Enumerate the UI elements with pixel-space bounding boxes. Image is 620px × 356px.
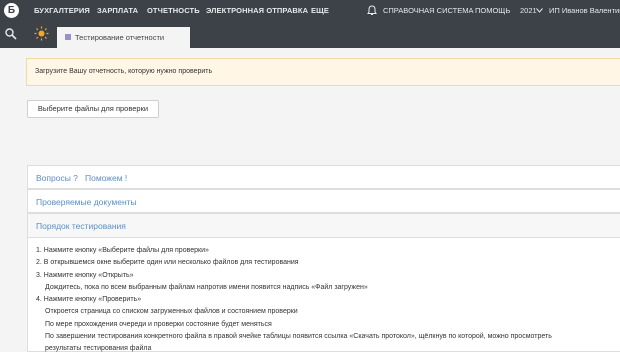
user-name[interactable]: ИП Иванов Валентин [549,6,620,15]
year-selector[interactable]: 2021 [520,6,537,15]
help-system-link[interactable]: СПРАВОЧНАЯ СИСТЕМА [383,6,473,15]
step-item: 2. В открывшемся окне выберите один или … [36,259,299,267]
step-item: 3. Нажмите кнопку «Открыть» [36,271,134,279]
step-item: результаты тестирования файла [45,345,152,353]
tab-reporting-test[interactable]: Тестирование отчетности [57,27,190,48]
questions-label: Вопросы ? Поможем ! [36,173,128,183]
step-item: Дождитесь, пока по всем выбранным файлам… [45,283,368,291]
main-content: Загрузите Вашу отчетность, которую нужно… [0,48,620,352]
select-files-button[interactable]: Выберите файлы для проверки [27,100,159,118]
step-item: 1. Нажмите кнопку «Выберите файлы для пр… [36,247,209,254]
step-item: Откроется страница со списком загруженны… [45,308,298,316]
nav-electronic-sending[interactable]: ЭЛЕКТРОННАЯ ОТПРАВКА [206,6,308,15]
chevron-down-icon[interactable] [536,8,543,13]
step-item: По мере прохождения очереди и проверки с… [45,320,272,328]
nav-salary[interactable]: ЗАРПЛАТА [97,6,138,15]
questions-panel[interactable]: Вопросы ? Поможем ! [27,165,620,189]
top-navigation-bar: Б БУХГАЛТЕРИЯ ЗАРПЛАТА ОТЧЕТНОСТЬ ЭЛЕКТР… [0,0,620,21]
bell-icon[interactable] [367,5,377,16]
alert-text: Загрузите Вашу отчетность, которую нужно… [35,68,213,75]
upload-alert: Загрузите Вашу отчетность, которую нужно… [26,58,620,86]
help-us-link[interactable]: Поможем ! [85,173,127,183]
tab-bar: Тестирование отчетности [0,21,620,48]
nav-accounting[interactable]: БУХГАЛТЕРИЯ [34,6,90,15]
testing-steps-list: 1. Нажмите кнопку «Выберите файлы для пр… [36,245,552,356]
search-icon[interactable] [4,27,18,41]
testing-order-header[interactable]: Порядок тестирования [28,214,620,238]
checked-documents-title: Проверяемые документы [36,197,137,207]
step-item: 4. Нажмите кнопку «Проверить» [36,296,142,304]
tab-label: Тестирование отчетности [75,33,165,42]
logo[interactable]: Б [4,3,19,18]
tab-color-marker [65,34,71,40]
sun-icon[interactable] [34,26,49,41]
testing-order-panel: Порядок тестирования 1. Нажмите кнопку «… [27,213,620,352]
step-item: По завершении тестирования конкретного ф… [45,333,552,341]
testing-order-title: Порядок тестирования [36,221,126,231]
nav-more[interactable]: ЕЩЕ [311,6,329,15]
checked-documents-panel[interactable]: Проверяемые документы [27,189,620,213]
help-link[interactable]: ПОМОЩЬ [475,6,510,15]
nav-reporting[interactable]: ОТЧЕТНОСТЬ [147,6,200,15]
